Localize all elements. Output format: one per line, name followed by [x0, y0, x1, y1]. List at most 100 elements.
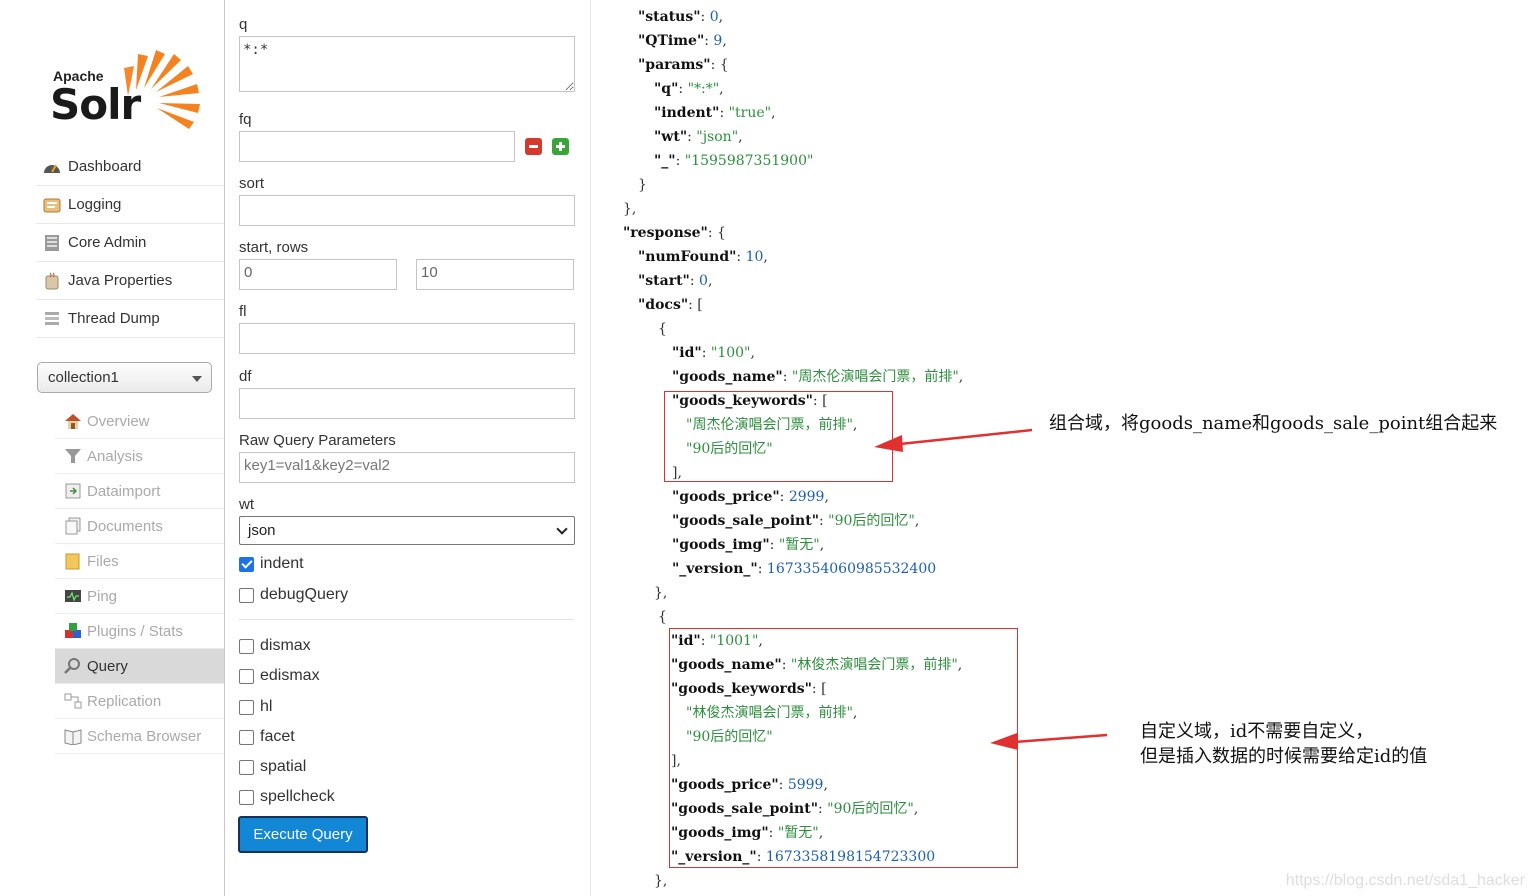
json-key: "_" [654, 153, 676, 169]
json-number: 0 [699, 273, 708, 289]
replication-icon [63, 692, 83, 710]
checkbox-box[interactable] [239, 587, 254, 603]
annotation-note-copy-field: 组合域，将goods_name和goods_sale_point组合起来 [1049, 413, 1498, 434]
add-fq-button[interactable] [552, 138, 569, 155]
json-string: "json" [696, 129, 739, 145]
indent-checkbox[interactable]: indent [239, 555, 304, 573]
nav-label: Query [87, 657, 128, 675]
json-number: 10 [745, 249, 764, 265]
json-string: "暂无" [778, 537, 820, 553]
json-key: "goods_sale_point" [672, 513, 819, 529]
solr-logo[interactable]: Apache Solr [48, 44, 208, 134]
q-label: q [239, 16, 248, 33]
checkbox-box[interactable] [239, 789, 254, 805]
json-number: 9 [713, 33, 723, 49]
dataimport-icon [63, 482, 83, 500]
json-key: "QTime" [638, 33, 705, 49]
nav-label: Logging [68, 196, 122, 213]
nav-label: Overview [87, 412, 150, 430]
json-key: "start" [638, 273, 690, 289]
hl-checkbox[interactable]: hl [239, 698, 272, 716]
df-input[interactable] [239, 388, 575, 419]
json-number: 0 [709, 9, 719, 25]
minus-icon [529, 145, 538, 148]
json-string: "100" [710, 345, 751, 361]
watermark: https://blog.csdn.net/sda1_hacker [1285, 872, 1525, 889]
core-nav-schema-browser[interactable]: Schema Browser [55, 719, 224, 754]
debugquery-checkbox[interactable]: debugQuery [239, 586, 348, 604]
json-key: "numFound" [638, 249, 737, 265]
facet-checkbox[interactable]: facet [239, 728, 295, 746]
logging-icon [42, 196, 62, 214]
edismax-checkbox[interactable]: edismax [239, 667, 320, 685]
core-selector[interactable]: collection1 [37, 362, 212, 393]
core-nav-plugins-stats[interactable]: Plugins / Stats [55, 614, 224, 649]
core-nav-documents[interactable]: Documents [55, 509, 224, 544]
core-nav-query[interactable]: Query [55, 649, 224, 684]
core-nav-files[interactable]: Files [55, 544, 224, 579]
spatial-checkbox[interactable]: spatial [239, 758, 306, 776]
nav-label: Plugins / Stats [87, 622, 183, 640]
home-icon [63, 412, 83, 430]
annotation-note-custom-field-2: 但是插入数据的时候需要给定id的值 [1140, 746, 1428, 767]
checkbox-box[interactable] [239, 699, 254, 715]
fl-label: fl [239, 303, 247, 320]
json-key: "docs" [638, 297, 689, 313]
wt-select[interactable]: json [239, 516, 575, 545]
json-key: "goods_name" [672, 369, 783, 385]
checkbox-box[interactable] [239, 729, 254, 745]
annotation-arrow-2 [990, 733, 1108, 750]
fl-input[interactable] [239, 323, 575, 354]
nav-label: Documents [87, 517, 163, 535]
nav-item-core-admin[interactable]: Core Admin [36, 224, 224, 262]
core-nav-overview[interactable]: Overview [55, 404, 224, 439]
sidebar: Apache Solr Dashboard Logging Core Admin… [0, 0, 225, 896]
nav-item-dashboard[interactable]: Dashboard [36, 148, 224, 186]
df-label: df [239, 368, 252, 385]
start-rows-label: start, rows [239, 239, 309, 256]
sun-icon [124, 50, 200, 129]
json-string: "90后的回忆" [828, 513, 915, 529]
checkbox-label: debugQuery [260, 586, 349, 603]
q-input[interactable] [239, 36, 575, 92]
core-nav-replication[interactable]: Replication [55, 684, 224, 719]
sort-input[interactable] [239, 195, 575, 226]
checkbox-label: spellcheck [260, 788, 335, 805]
annotation-note-custom-field-1: 自定义域，id不需要自定义， [1140, 721, 1374, 742]
start-input[interactable]: 0 [239, 259, 397, 290]
core-nav-ping[interactable]: Ping [55, 579, 224, 614]
remove-fq-button[interactable] [525, 138, 542, 155]
json-key: "_version_" [672, 561, 758, 577]
spellcheck-checkbox[interactable]: spellcheck [239, 788, 335, 806]
dismax-checkbox[interactable]: dismax [239, 637, 311, 655]
sort-label: sort [239, 175, 265, 192]
checkbox-label: spatial [260, 758, 307, 775]
checkbox-box[interactable] [239, 556, 254, 572]
json-key: "wt" [654, 129, 688, 145]
json-key: "params" [638, 57, 711, 73]
nav-label: Replication [87, 692, 162, 710]
nav-item-java-properties[interactable]: Java Properties [36, 262, 224, 300]
nav-label: Analysis [87, 447, 143, 465]
chevron-down-icon [192, 376, 202, 382]
execute-query-button[interactable]: Execute Query [238, 816, 368, 853]
checkbox-label: indent [260, 555, 304, 572]
checkbox-box[interactable] [239, 759, 254, 775]
raw-query-input[interactable]: key1=val1&key2=val2 [239, 452, 575, 483]
java-properties-icon [42, 272, 62, 290]
rows-input[interactable]: 10 [416, 259, 574, 290]
core-nav-dataimport[interactable]: Dataimport [55, 474, 224, 509]
json-string: "true" [728, 105, 772, 121]
json-string: "1595987351900" [684, 153, 814, 169]
core-nav-analysis[interactable]: Analysis [55, 439, 224, 474]
json-key: "id" [672, 345, 702, 361]
checkbox-box[interactable] [239, 638, 254, 654]
json-key: "indent" [654, 105, 720, 121]
core-navigation: Overview Analysis Dataimport Documents F… [55, 404, 224, 754]
nav-label: Core Admin [68, 234, 147, 251]
annotation-box-keywords [664, 391, 893, 482]
fq-input[interactable] [239, 131, 515, 162]
nav-item-thread-dump[interactable]: Thread Dump [36, 300, 224, 338]
nav-item-logging[interactable]: Logging [36, 186, 224, 224]
checkbox-box[interactable] [239, 668, 254, 684]
